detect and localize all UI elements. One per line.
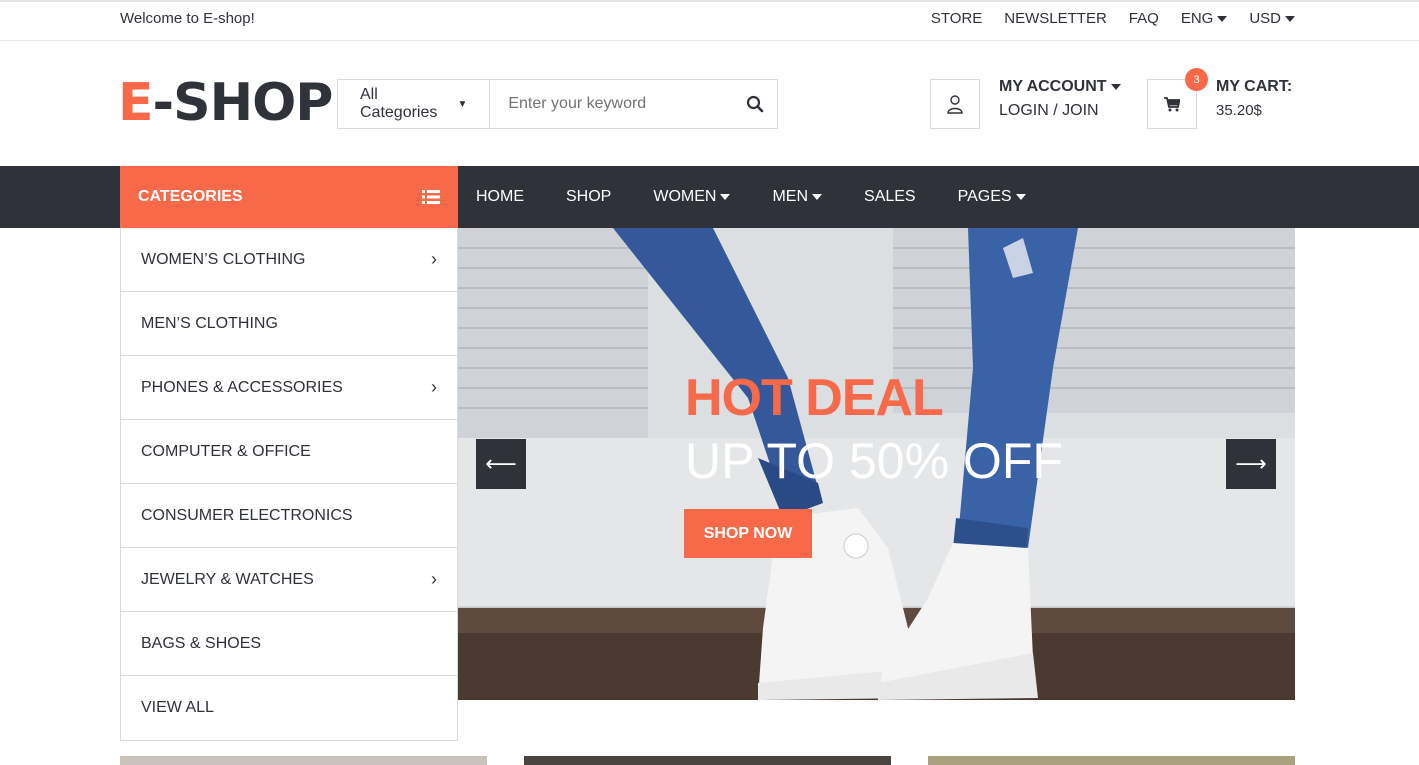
category-label: WOMEN’S CLOTHING — [141, 250, 306, 268]
category-label: PHONES & ACCESSORIES — [141, 378, 343, 396]
nav-sales[interactable]: SALES — [864, 188, 916, 206]
category-label: CONSUMER ELECTRONICS — [141, 506, 353, 524]
top-links: STORE NEWSLETTER FAQ ENG USD — [931, 10, 1295, 27]
category-item-electronics[interactable]: CONSUMER ELECTRONICS — [121, 484, 457, 548]
hero-banner: HOT DEAL UP TO 50% OFF SHOP NOW ⟵ ⟶ — [458, 228, 1295, 700]
category-item-jewelry[interactable]: JEWELRY & WATCHES › — [121, 548, 457, 612]
search-input[interactable] — [490, 80, 734, 128]
account-menu[interactable]: MY ACCOUNT LOGIN / JOIN — [999, 78, 1121, 120]
search-bar: All Categories ▼ — [337, 79, 778, 129]
nav-shop[interactable]: SHOP — [566, 188, 611, 206]
categories-label: CATEGORIES — [138, 188, 243, 205]
category-item-bags-shoes[interactable]: BAGS & SHOES — [121, 612, 457, 676]
store-link[interactable]: STORE — [931, 10, 982, 27]
banner-prev-button[interactable]: ⟵ — [476, 439, 526, 489]
login-join-link[interactable]: LOGIN / JOIN — [999, 102, 1121, 120]
search-category-select[interactable]: All Categories ▼ — [338, 80, 491, 128]
caret-down-icon — [1217, 16, 1228, 23]
caret-down-icon — [1015, 193, 1026, 200]
main-nav: CATEGORIES HOME SHOP WOMEN MEN SALES PAG… — [0, 166, 1419, 228]
category-item-mens-clothing[interactable]: MEN’S CLOTHING — [121, 292, 457, 356]
list-icon — [422, 190, 440, 204]
category-label: MEN’S CLOTHING — [141, 314, 278, 332]
banner-headline: HOT DEAL — [685, 369, 944, 427]
chevron-right-icon: › — [431, 377, 437, 397]
caret-down-icon — [720, 193, 731, 200]
welcome-text: Welcome to E-shop! — [120, 10, 255, 27]
nav-pages-label: PAGES — [957, 188, 1012, 205]
caret-down-icon — [1110, 83, 1121, 90]
nav-women-label: WOMEN — [653, 188, 717, 205]
category-item-view-all[interactable]: VIEW ALL — [121, 676, 457, 740]
cart-total: 35.20$ — [1216, 102, 1262, 119]
banner-subline: UP TO 50% OFF — [685, 433, 1063, 489]
category-label: VIEW ALL — [141, 699, 214, 716]
category-label: JEWELRY & WATCHES — [141, 570, 314, 588]
cart-summary[interactable]: MY CART: 35.20$ — [1216, 78, 1292, 119]
language-label: ENG — [1180, 10, 1214, 27]
language-dropdown[interactable]: ENG — [1181, 10, 1228, 27]
nav-pages[interactable]: PAGES — [958, 188, 1026, 206]
logo-e: E — [118, 73, 154, 133]
categories-toggle[interactable]: CATEGORIES — [120, 166, 458, 228]
cart-icon — [1164, 96, 1180, 111]
currency-label: USD — [1249, 10, 1281, 27]
search-icon — [747, 95, 764, 113]
logo[interactable]: E-SHOP — [118, 73, 334, 133]
arrow-left-icon: ⟵ — [485, 451, 517, 476]
nav-menu: HOME SHOP WOMEN MEN SALES PAGES — [476, 166, 1026, 228]
arrow-right-icon: ⟶ — [1235, 451, 1267, 476]
product-image-1[interactable] — [120, 756, 487, 765]
product-image-3[interactable] — [928, 756, 1295, 765]
cart-title: MY CART: — [1216, 78, 1293, 95]
category-item-computer[interactable]: COMPUTER & OFFICE — [121, 420, 457, 484]
header: E-SHOP All Categories ▼ MY ACCOUNT LOGIN… — [0, 41, 1419, 166]
currency-dropdown[interactable]: USD — [1249, 10, 1295, 27]
category-label: COMPUTER & OFFICE — [141, 442, 311, 460]
top-bar: Welcome to E-shop! STORE NEWSLETTER FAQ … — [0, 0, 1419, 41]
faq-link[interactable]: FAQ — [1129, 10, 1159, 27]
caret-down-icon — [812, 193, 823, 200]
category-item-phones[interactable]: PHONES & ACCESSORIES › — [121, 356, 457, 420]
caret-down-icon: ▼ — [457, 98, 468, 110]
search-button[interactable] — [733, 80, 777, 128]
banner-next-button[interactable]: ⟶ — [1226, 439, 1276, 489]
cart-count-badge: 3 — [1185, 68, 1208, 91]
chevron-right-icon: › — [431, 249, 437, 269]
product-image-2[interactable] — [524, 756, 891, 765]
logo-rest: -SHOP — [152, 73, 334, 133]
user-icon — [947, 95, 963, 114]
chevron-right-icon: › — [431, 569, 437, 589]
category-item-womens-clothing[interactable]: WOMEN’S CLOTHING › — [121, 228, 457, 292]
search-category-label: All Categories — [360, 86, 438, 121]
nav-home[interactable]: HOME — [476, 188, 524, 206]
nav-men-label: MEN — [772, 188, 809, 205]
account-button[interactable] — [930, 79, 980, 129]
nav-women[interactable]: WOMEN — [653, 188, 731, 206]
shop-now-button[interactable]: SHOP NOW — [684, 509, 812, 558]
newsletter-link[interactable]: NEWSLETTER — [1004, 10, 1107, 27]
nav-men[interactable]: MEN — [772, 188, 823, 206]
account-title: MY ACCOUNT — [999, 78, 1107, 95]
category-list: WOMEN’S CLOTHING › MEN’S CLOTHING PHONES … — [120, 228, 458, 741]
cart-button[interactable]: 3 — [1147, 68, 1208, 129]
caret-down-icon — [1285, 16, 1295, 23]
category-label: BAGS & SHOES — [141, 634, 262, 652]
